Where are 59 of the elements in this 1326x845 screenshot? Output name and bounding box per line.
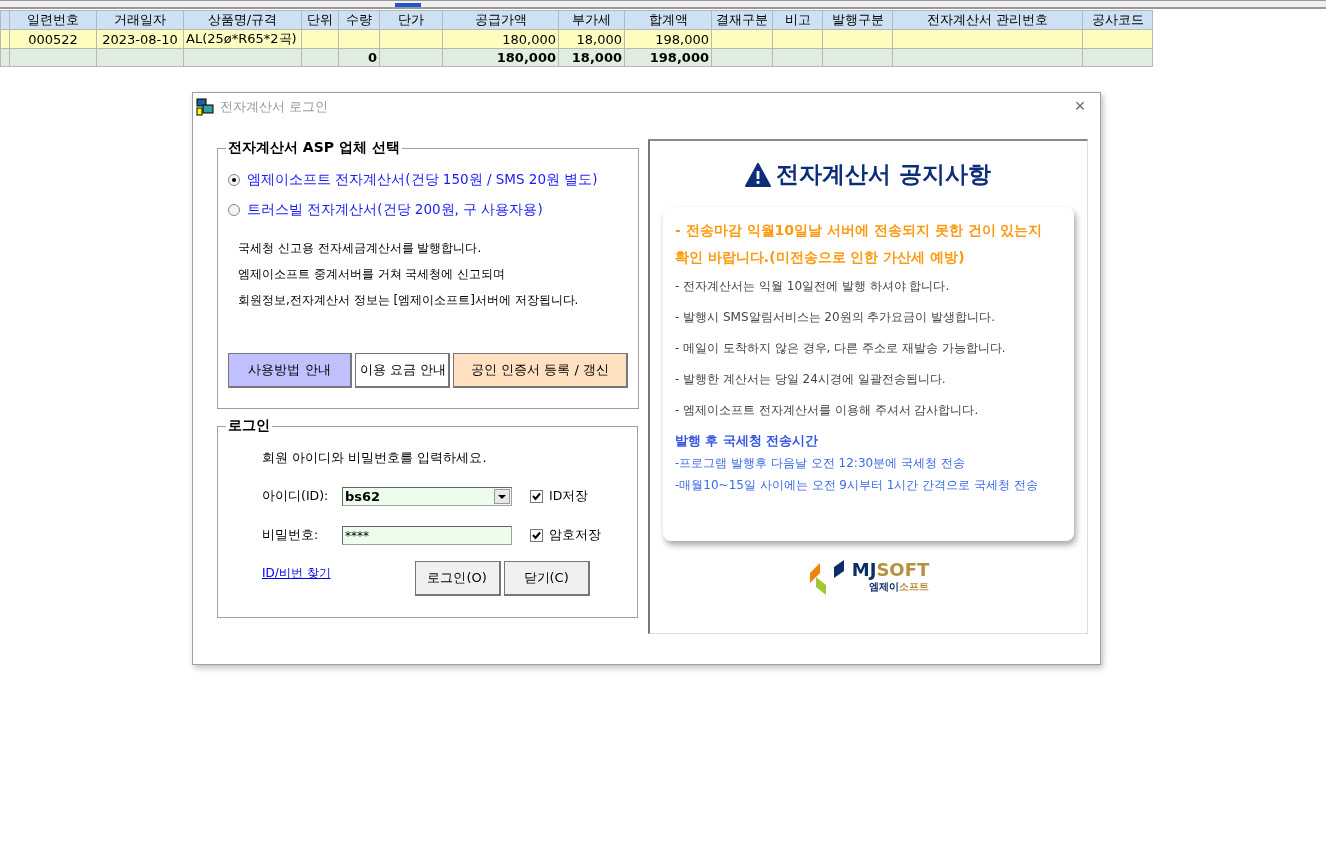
schedule-item: -프로그램 발행후 다음날 오전 12:30분에 국세청 전송 [675, 455, 966, 472]
description-text: 국세청 신고용 전자세금계산서를 발행합니다. [238, 240, 483, 257]
info-button[interactable]: 공인 인증서 등록 / 갱신 [453, 353, 628, 388]
group-title: 전자계산서 ASP 업체 선택 [227, 139, 401, 157]
column-header[interactable]: 공급가액 [442, 10, 559, 30]
column-header[interactable]: 상품명/규격 [183, 10, 302, 30]
id-dropdown[interactable]: bs62 [342, 487, 512, 506]
column-header[interactable]: 단가 [379, 10, 443, 30]
row-header [0, 48, 10, 67]
group-title: 로그인 [227, 417, 271, 435]
info-button[interactable]: 이용 요금 안내 [355, 353, 450, 388]
caret-icon [498, 494, 506, 499]
field-label: 아이디(ID): [262, 488, 330, 505]
find-account-link[interactable]: ID/비번 찾기 [262, 565, 331, 580]
checkbox[interactable] [530, 490, 543, 503]
checkbox-label[interactable]: 암호저장 [549, 527, 601, 544]
column-header[interactable]: 합계액 [624, 10, 712, 30]
radio-button[interactable] [228, 204, 240, 216]
instruction-text: 회원 아이디와 비밀번호를 입력하세요. [262, 449, 488, 467]
notice-item: - 메일이 도착하지 않은 경우, 다른 주소로 재발송 가능합니다. [675, 340, 1007, 357]
radio-button[interactable] [228, 174, 240, 186]
logo-wordmark: MJSOFT [851, 560, 930, 580]
notice-title: 전자계산서 공지사항 [776, 160, 992, 189]
column-header[interactable]: 일련번호 [9, 10, 97, 30]
checkbox[interactable] [530, 529, 543, 542]
column-header[interactable]: 결재구분 [711, 10, 773, 30]
description-text: 엠제이소프트 중계서버를 거쳐 국세청에 신고되며 [238, 266, 507, 283]
close-button[interactable]: × [1064, 93, 1096, 120]
column-header[interactable]: 단위 [301, 10, 339, 30]
column-header[interactable]: 전자계산서 관리번호 [892, 10, 1083, 30]
window-title: 전자계산서 로그인 [220, 97, 330, 116]
radio-label[interactable]: 트러스빌 전자계산서(건당 200원, 구 사용자용) [247, 201, 543, 219]
checkbox-label[interactable]: ID저장 [549, 488, 589, 505]
computer-icon [196, 97, 214, 116]
column-header[interactable]: 공사코드 [1082, 10, 1153, 30]
notice-item: - 발행시 SMS알림서비스는 20원의 추가요금이 발생합니다. [675, 309, 997, 326]
schedule-heading: 발행 후 국세청 전송시간 [675, 432, 820, 450]
field-label: 비밀번호: [262, 527, 320, 544]
notice-highlight: - 전송마감 익월10일날 서버에 전송되지 못한 건이 있는지 확인 바랍니다.(미전송으로 인한 가산세 예방) [675, 221, 1044, 267]
notice-item: - 엠제이소프트 전자계산서를 이용해 주셔서 감사합니다. [675, 402, 980, 419]
notice-item: - 발행한 계산서는 당일 24시경에 일괄전송됩니다. [675, 371, 947, 388]
info-button[interactable]: 사용방법 안내 [228, 353, 352, 388]
schedule-item: -매월10~15일 사이에는 오전 9시부터 1시간 간격으로 국세청 전송 [675, 477, 1039, 494]
password-field[interactable]: **** [342, 526, 512, 545]
description-text: 회원정보,전자계산서 정보는 [엠제이소프트]서버에 저장됩니다. [238, 292, 580, 309]
warning-icon [745, 162, 772, 187]
dropdown-button[interactable] [494, 489, 510, 504]
column-header[interactable]: 발행구분 [822, 10, 893, 30]
dialog-button[interactable]: 로그인(O) [414, 561, 501, 596]
column-header[interactable]: 거래일자 [96, 10, 184, 30]
logo-subtitle: 엠제이소프트 [868, 580, 930, 594]
column-header[interactable]: 수량 [338, 10, 380, 30]
column-header[interactable]: 비고 [772, 10, 823, 30]
column-header[interactable]: 부가세 [558, 10, 625, 30]
notice-item: - 전자계산서는 익월 10일전에 발행 하셔야 합니다. [675, 278, 951, 295]
radio-label[interactable]: 엠제이소프트 전자계산서(건당 150원 / SMS 20원 별도) [247, 171, 598, 189]
dialog-button[interactable]: 닫기(C) [503, 561, 590, 596]
row-header [0, 29, 10, 49]
row-header [0, 10, 10, 30]
